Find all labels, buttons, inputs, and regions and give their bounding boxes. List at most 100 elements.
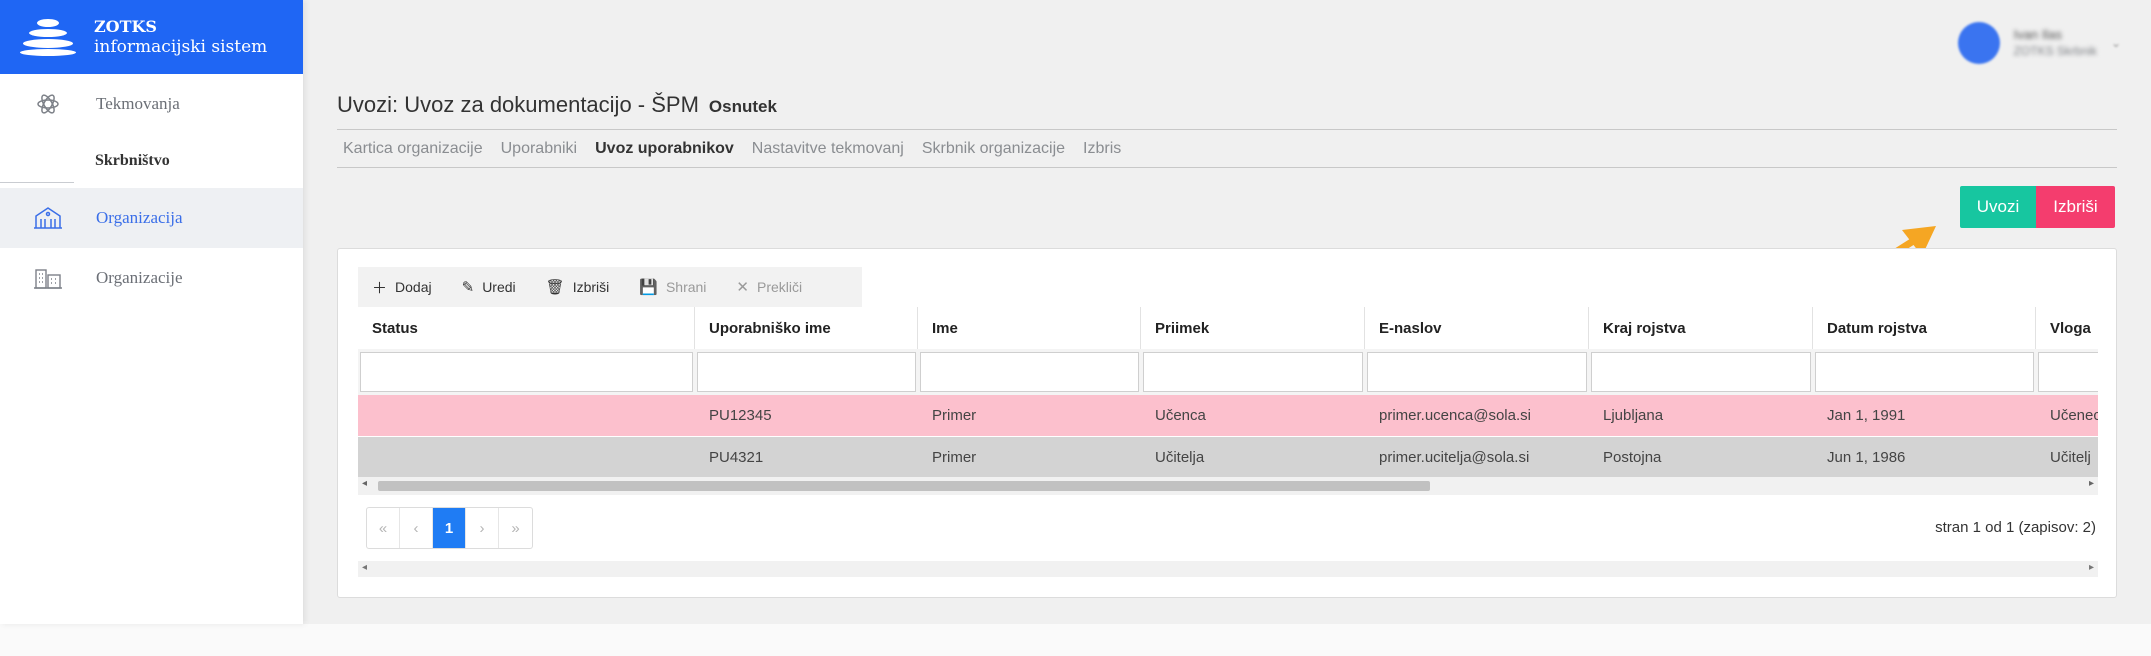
tab-izbris[interactable]: Izbris [1083,140,1121,158]
tabs-divider [337,167,2117,168]
pencil-icon: ✎ [461,279,475,296]
action-buttons: Uvozi Izbriši [1960,186,2115,228]
sidebar-section-label: Skrbništvo [95,152,170,169]
sidebar-item-tekmovanja[interactable]: Tekmovanja [0,74,303,134]
filter-input-status[interactable] [360,352,693,392]
edit-label: Uredi [482,279,516,295]
grid-horizontal-scrollbar[interactable]: ◂ ▸ [358,477,2098,495]
cell-priimek: Učenca [1155,407,1206,424]
scroll-right-icon[interactable]: ▸ [2089,562,2094,573]
tab-skrbnik-organizacije[interactable]: Skrbnik organizacije [922,140,1065,158]
filter-input-vloga[interactable] [2038,352,2098,392]
delete-button[interactable]: Izbriši [2036,186,2115,228]
table-row[interactable]: PU12345 Primer Učenca primer.ucenca@sola… [358,395,2098,436]
save-button[interactable]: 💾 Shrani [639,278,706,296]
brand-title: ZOTKS [94,17,157,36]
user-role: ZOTKS Skrbnik [2013,44,2097,58]
filter-input-uporabnisko-ime[interactable] [697,352,916,392]
footer-strip [0,624,2151,656]
import-grid-panel: ＋ Dodaj ✎ Uredi 🗑 Izbriši 💾 Shrani ✕ Pre… [337,248,2117,598]
cell-ime: Primer [932,449,977,466]
data-grid: Status Uporabniško ime Ime Priimek E-nas… [358,307,2098,477]
chevron-down-icon[interactable]: ⌄ [2111,36,2121,50]
cell-vloga: Učenec [2050,407,2098,424]
panel-horizontal-scrollbar[interactable]: ◂ ▸ [358,561,2098,577]
sidebar-item-organizacija[interactable]: Organizacija [0,188,303,248]
cell-ime: Primer [932,407,977,424]
cell-e-naslov: primer.ucitelja@sola.si [1379,449,1530,466]
atom-icon [30,90,66,118]
import-button[interactable]: Uvozi [1960,186,2036,228]
sidebar-item-label: Tekmovanja [96,94,180,113]
add-button[interactable]: ＋ Dodaj [372,277,432,298]
sidebar-section-skrbnistvo: Skrbništvo [0,134,303,188]
cell-datum-rojstva: Jun 1, 1986 [1827,449,1906,466]
cell-uporabnisko-ime: PU4321 [709,449,764,466]
grid-header-row: Status Uporabniško ime Ime Priimek E-nas… [358,307,2098,349]
cell-kraj-rojstva: Ljubljana [1603,407,1664,424]
table-row[interactable]: PU4321 Primer Učitelja primer.ucitelja@s… [358,437,2098,477]
filter-input-ime[interactable] [920,352,1139,392]
next-page-button[interactable]: › [466,508,499,548]
buildings-icon [30,264,66,292]
institution-icon [30,204,66,232]
column-header-priimek[interactable]: Priimek [1141,307,1365,349]
brand-header[interactable]: ZOTKS informacijski sistem [0,0,303,74]
add-label: Dodaj [395,279,432,295]
column-header-uporabnisko-ime[interactable]: Uporabniško ime [695,307,918,349]
first-page-button[interactable]: « [367,508,400,548]
zotks-logo-icon [20,17,76,57]
cell-priimek: Učitelja [1155,449,1205,466]
cell-kraj-rojstva: Postojna [1603,449,1662,466]
cell-datum-rojstva: Jan 1, 1991 [1827,407,1906,424]
sidebar-item-label: Organizacija [96,208,183,227]
tab-kartica-organizacije[interactable]: Kartica organizacije [343,140,483,158]
avatar[interactable] [1957,22,2000,64]
filter-input-priimek[interactable] [1143,352,1363,392]
page-title: Uvozi: Uvoz za dokumentacijo - ŠPM Osnut… [337,92,777,118]
scroll-left-icon[interactable]: ◂ [362,478,367,489]
user-name: Ivan Ilas [2013,27,2062,42]
status-badge: Osnutek [708,97,777,116]
cell-uporabnisko-ime: PU12345 [709,407,772,424]
user-menu[interactable]: Ivan Ilas ZOTKS Skrbnik ⌄ [1957,22,2121,64]
tab-uvoz-uporabnikov[interactable]: Uvoz uporabnikov [595,140,734,158]
grid-filter-row [358,349,2098,395]
page-info: stran 1 od 1 (zapisov: 2) [1935,519,2096,536]
filter-input-datum-rojstva[interactable] [1815,352,2034,392]
scroll-left-icon[interactable]: ◂ [362,562,367,573]
last-page-button[interactable]: » [499,508,532,548]
cancel-button[interactable]: ✕ Prekliči [736,278,802,296]
prev-page-button[interactable]: ‹ [400,508,433,548]
column-header-status[interactable]: Status [358,307,695,349]
cell-vloga: Učitelj [2050,449,2091,466]
column-header-e-naslov[interactable]: E-naslov [1365,307,1589,349]
grid-toolbar: ＋ Dodaj ✎ Uredi 🗑 Izbriši 💾 Shrani ✕ Pre… [358,267,862,307]
title-divider [337,129,2117,130]
column-header-vloga[interactable]: Vloga [2036,307,2098,349]
filter-input-e-naslov[interactable] [1367,352,1587,392]
scrollbar-thumb[interactable] [378,481,1430,491]
edit-button[interactable]: ✎ Uredi [462,278,516,296]
delete-row-button[interactable]: 🗑 Izbriši [546,278,610,296]
column-header-ime[interactable]: Ime [918,307,1141,349]
tab-nastavitve-tekmovanj[interactable]: Nastavitve tekmovanj [752,140,904,158]
tab-uporabniki[interactable]: Uporabniki [501,140,577,158]
close-icon: ✕ [736,279,749,296]
cancel-label: Prekliči [757,279,803,295]
sidebar: ZOTKS informacijski sistem Tekmovanja Sk… [0,0,303,624]
column-header-datum-rojstva[interactable]: Datum rojstva [1813,307,2036,349]
filter-input-kraj-rojstva[interactable] [1591,352,1811,392]
floppy-icon: 💾 [639,279,658,296]
column-header-kraj-rojstva[interactable]: Kraj rojstva [1589,307,1813,349]
cell-status [358,395,695,436]
tab-bar: Kartica organizacije Uporabniki Uvoz upo… [343,140,1139,158]
delete-label: Izbriši [572,279,610,295]
scroll-right-icon[interactable]: ▸ [2089,478,2094,489]
pagination: « ‹ 1 › » [366,507,533,549]
main-content: Ivan Ilas ZOTKS Skrbnik ⌄ Uvozi: Uvoz za… [303,0,2151,624]
cell-status [358,437,695,477]
page-1-button[interactable]: 1 [433,508,466,548]
sidebar-item-organizacije[interactable]: Organizacije [0,248,303,308]
section-divider [0,182,74,183]
